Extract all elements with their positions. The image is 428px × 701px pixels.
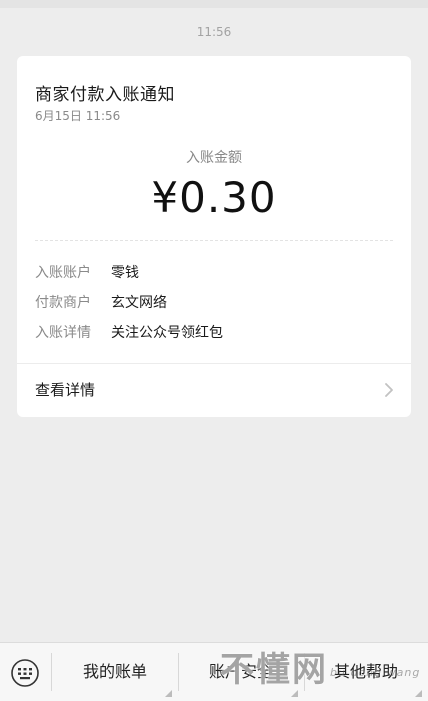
- amount-value: ¥0.30: [151, 173, 277, 222]
- amount-label: 入账金额: [186, 150, 242, 166]
- view-details-label: 查看详情: [35, 381, 96, 399]
- menu-account-security[interactable]: 账户安全: [178, 643, 304, 701]
- card-title: 商家付款入账通知: [35, 85, 175, 105]
- detail-key: 入账账户: [35, 265, 91, 281]
- submenu-indicator-icon: [291, 690, 298, 697]
- menu-label: 其他帮助: [333, 662, 398, 681]
- keyboard-icon[interactable]: [8, 657, 42, 689]
- menu-my-bills[interactable]: 我的账单: [52, 643, 178, 701]
- bottom-menu-bar: 我的账单 账户安全 其他帮助: [0, 642, 428, 701]
- message-timestamp: 11:56: [196, 25, 232, 39]
- payment-notification-card[interactable]: 商家付款入账通知 6月15日 11:56 入账金额 ¥0.30 入账账户 零钱 付…: [17, 56, 411, 417]
- chevron-right-icon: [385, 383, 393, 397]
- dashed-divider: [35, 240, 393, 241]
- detail-key: 付款商户: [35, 295, 91, 311]
- detail-row-account: 入账账户 零钱: [35, 262, 139, 282]
- view-details-button[interactable]: 查看详情: [17, 364, 411, 417]
- menu-other-help[interactable]: 其他帮助: [304, 643, 428, 701]
- top-edge: [0, 0, 428, 8]
- detail-row-description: 入账详情 关注公众号领红包: [35, 322, 223, 342]
- submenu-indicator-icon: [165, 690, 172, 697]
- menu-label: 我的账单: [82, 662, 147, 681]
- detail-row-merchant: 付款商户 玄文网络: [35, 292, 167, 312]
- detail-value: 零钱: [111, 265, 139, 281]
- detail-value: 关注公众号领红包: [111, 325, 223, 341]
- detail-value: 玄文网络: [111, 295, 167, 311]
- menu-label: 账户安全: [208, 662, 273, 681]
- detail-key: 入账详情: [35, 325, 91, 341]
- submenu-indicator-icon: [415, 690, 422, 697]
- card-date: 6月15日 11:56: [35, 109, 121, 123]
